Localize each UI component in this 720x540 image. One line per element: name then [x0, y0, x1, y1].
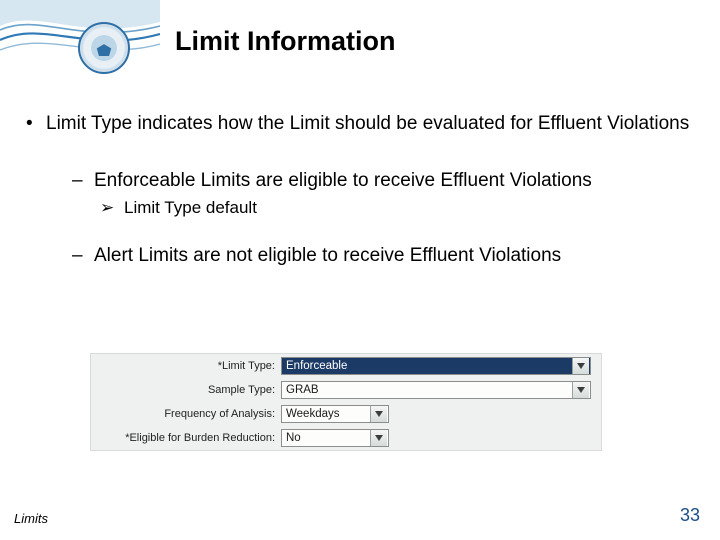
select-frequency[interactable]: Weekdays	[281, 405, 389, 423]
select-burden-reduction-value: No	[286, 432, 370, 444]
label-limit-type: *Limit Type:	[91, 360, 281, 372]
select-frequency-value: Weekdays	[286, 408, 370, 420]
bullet-level-2: –Enforceable Limits are eligible to rece…	[72, 169, 694, 192]
agency-seal-icon	[78, 22, 130, 74]
chevron-down-icon[interactable]	[572, 382, 589, 398]
select-burden-reduction[interactable]: No	[281, 429, 389, 447]
bullet-2b-text: Alert Limits are not eligible to receive…	[94, 245, 561, 266]
chevron-down-icon[interactable]	[370, 430, 387, 446]
select-sample-type[interactable]: GRAB	[281, 381, 591, 399]
chevron-down-icon[interactable]	[370, 406, 387, 422]
select-limit-type-value: Enforceable	[286, 360, 572, 372]
footer-page-number: 33	[680, 505, 700, 526]
bullet-dash-icon: –	[72, 169, 94, 192]
bullet-level-1: •Limit Type indicates how the Limit shou…	[26, 112, 694, 135]
form-row-burden-reduction: *Eligible for Burden Reduction: No	[91, 426, 601, 450]
chevron-down-icon[interactable]	[572, 358, 589, 374]
form-screenshot: *Limit Type: Enforceable Sample Type: GR…	[90, 353, 602, 451]
form-row-limit-type: *Limit Type: Enforceable	[91, 354, 601, 378]
bullet-2a-text: Enforceable Limits are eligible to recei…	[94, 170, 592, 191]
slide-header: Integrated Compliance Information System…	[0, 0, 720, 80]
bullet-dash-icon: –	[72, 244, 94, 267]
label-sample-type: Sample Type:	[91, 384, 281, 396]
bullet-level-2: –Alert Limits are not eligible to receiv…	[72, 244, 694, 267]
bullet-level-3: ➢Limit Type default	[100, 198, 694, 218]
slide-body: •Limit Type indicates how the Limit shou…	[26, 112, 694, 274]
bullet-triangle-icon: ➢	[100, 198, 124, 218]
footer-section-label: Limits	[14, 511, 48, 526]
bullet-dot-icon: •	[26, 112, 46, 135]
select-sample-type-value: GRAB	[286, 384, 572, 396]
label-burden-reduction: *Eligible for Burden Reduction:	[91, 432, 281, 444]
select-limit-type[interactable]: Enforceable	[281, 357, 591, 375]
label-frequency: Frequency of Analysis:	[91, 408, 281, 420]
page-title: Limit Information	[175, 26, 395, 57]
form-row-sample-type: Sample Type: GRAB	[91, 378, 601, 402]
bullet-3a-text: Limit Type default	[124, 198, 257, 217]
form-row-frequency: Frequency of Analysis: Weekdays	[91, 402, 601, 426]
bullet-1-text: Limit Type indicates how the Limit shoul…	[46, 113, 689, 134]
